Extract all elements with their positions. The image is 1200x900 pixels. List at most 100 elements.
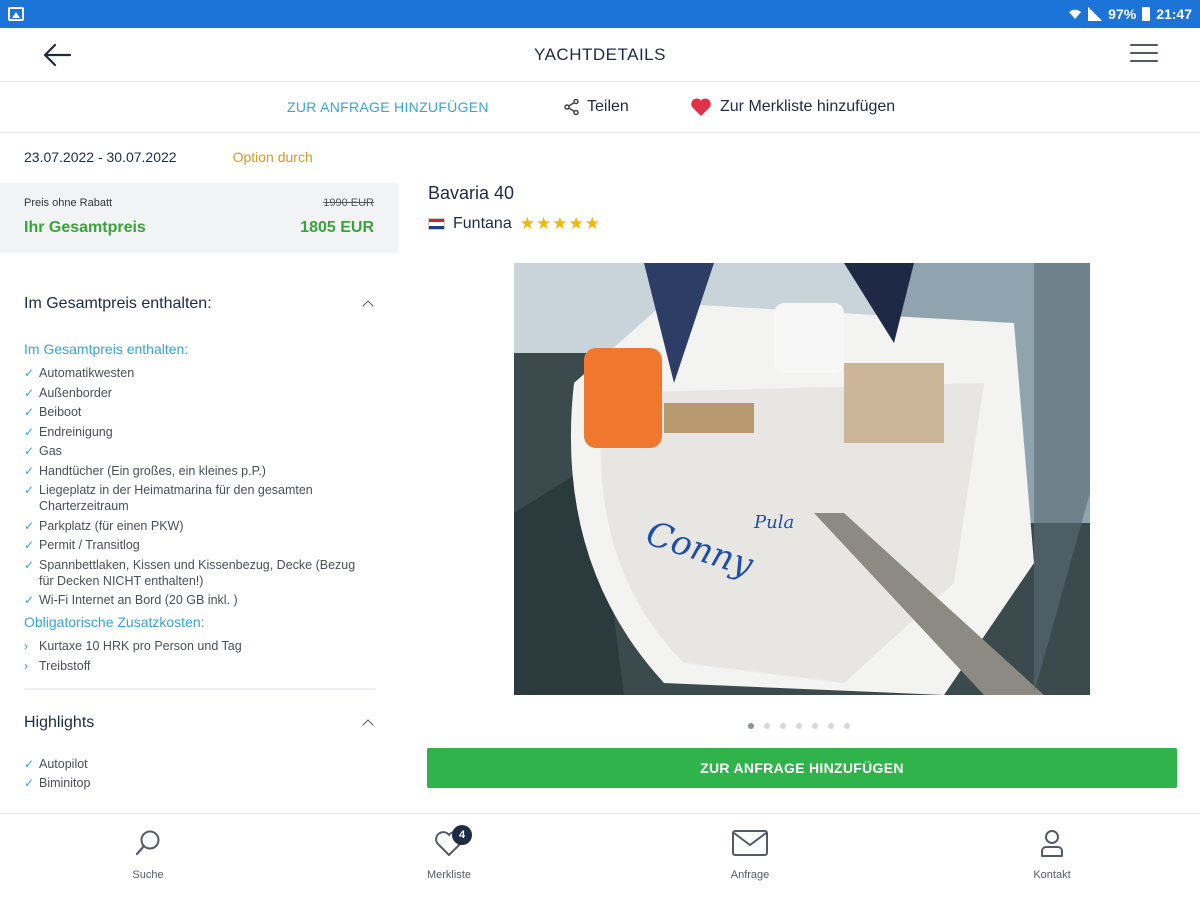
- action-bar: ZUR ANFRAGE HINZUFÜGEN Teilen Zur Merkli…: [0, 82, 1200, 133]
- check-icon: ✓: [24, 366, 35, 380]
- list-item: ✓ Beiboot: [24, 405, 82, 419]
- search-icon: [135, 830, 160, 856]
- gallery-dot[interactable]: [812, 723, 818, 729]
- yacht-photo[interactable]: Conny Pula: [514, 263, 1090, 695]
- check-icon: ✓: [24, 483, 35, 497]
- mandatory-costs-list: › Kurtaxe 10 HRK pro Person und Tag › Trei…: [0, 638, 400, 674]
- list-item: ✓ Wi-Fi Internet an Bord (20 GB inkl. ): [24, 593, 238, 607]
- list-item: › Treibstoff: [24, 658, 91, 673]
- clock: 21:47: [1156, 6, 1192, 22]
- person-icon: [1041, 830, 1063, 857]
- check-icon: ✓: [24, 444, 35, 458]
- yacht-photo-drawing: Conny Pula: [514, 263, 1090, 695]
- yacht-location-row: Funtana ★★★★★: [428, 214, 601, 234]
- wishlist-count-badge: 4: [452, 825, 472, 845]
- share-button[interactable]: Teilen: [563, 82, 629, 132]
- included-list: ✓ Automatikwesten ✓ Außenborder ✓ Beiboot ✓…: [0, 365, 400, 608]
- price-without-discount-label: Preis ohne Rabatt: [24, 197, 113, 209]
- back-button[interactable]: [40, 40, 76, 70]
- check-icon: ✓: [24, 463, 35, 478]
- wifi-icon: [1069, 9, 1082, 19]
- heart-icon: [691, 98, 711, 116]
- wishlist-label: Zur Merkliste hinzufügen: [720, 98, 896, 115]
- divider: [24, 687, 376, 690]
- list-item: ✓ Liegeplatz in der Heimatmarina für den …: [24, 483, 313, 513]
- add-to-wishlist-button[interactable]: Zur Merkliste hinzufügen: [690, 82, 895, 132]
- booking-row: 23.07.2022 - 30.07.2022 Option durch: [0, 133, 400, 181]
- check-icon: ✓: [24, 593, 35, 607]
- list-item: ✓ Spannbettlaken, Kissen und Kissenbezug,…: [24, 557, 356, 588]
- check-icon: ✓: [24, 756, 35, 771]
- nav-wishlist[interactable]: 4 Merkliste: [399, 825, 499, 881]
- nav-search-label: Suche: [132, 869, 164, 881]
- page-title: YACHTDETAILS: [534, 44, 666, 64]
- chevron-right-icon: ›: [24, 658, 28, 673]
- details-panel: 23.07.2022 - 30.07.2022 Option durch Pre…: [0, 133, 400, 813]
- battery-icon: [1142, 7, 1151, 21]
- check-icon: ✓: [24, 776, 35, 790]
- nav-wishlist-label: Merkliste: [426, 869, 471, 881]
- check-icon: ✓: [24, 538, 35, 552]
- check-icon: ✓: [24, 385, 35, 400]
- share-icon: [564, 98, 579, 116]
- booking-status: Option durch: [232, 149, 313, 165]
- share-label: Teilen: [587, 98, 629, 115]
- gallery-dot[interactable]: [844, 723, 850, 729]
- list-item: ✓ Permit / Transitlog: [24, 538, 140, 552]
- status-bar: 97% 21:47: [0, 0, 1200, 28]
- list-item: ✓ Biminitop: [24, 776, 91, 790]
- mandatory-costs-title: Obligatorische Zusatzkosten:: [24, 614, 205, 630]
- menu-button[interactable]: [1130, 44, 1158, 66]
- total-price-value: 1805 EUR: [300, 219, 374, 236]
- check-icon: ✓: [24, 424, 35, 439]
- highlights-section-header[interactable]: Highlights: [0, 714, 400, 732]
- check-icon: ✓: [24, 405, 35, 419]
- chevron-up-icon: [362, 300, 374, 312]
- add-to-request-link[interactable]: ZUR ANFRAGE HINZUFÜGEN: [287, 82, 489, 132]
- gallery-dot[interactable]: [748, 723, 754, 729]
- bottom-nav: Suche 4 Merkliste Anfrage Kontakt: [0, 813, 1200, 900]
- gallery-notification-icon: [8, 7, 24, 21]
- yacht-location: Funtana: [453, 215, 512, 232]
- booking-dates: 23.07.2022 - 30.07.2022: [24, 149, 177, 165]
- gallery-dot[interactable]: [780, 723, 786, 729]
- signal-icon: [1088, 7, 1103, 21]
- add-to-request-button[interactable]: ZUR ANFRAGE HINZUFÜGEN: [427, 748, 1177, 788]
- nav-contact-label: Kontakt: [1033, 869, 1071, 881]
- star-rating: ★★★★★: [519, 214, 601, 233]
- list-item: › Kurtaxe 10 HRK pro Person und Tag: [24, 639, 242, 653]
- chevron-right-icon: ›: [24, 639, 28, 653]
- list-item: ✓ Handtücher (Ein großes, ein kleines p.P…: [24, 463, 266, 478]
- highlights-list: ✓ Autopilot ✓ Biminitop: [0, 756, 400, 792]
- menu-icon: [1130, 44, 1158, 46]
- check-icon: ✓: [24, 557, 35, 572]
- highlights-title: Highlights: [24, 713, 95, 731]
- hull-port: Pula: [753, 512, 794, 533]
- app-header: YACHTDETAILS: [0, 28, 1200, 82]
- gallery-dots: [748, 723, 850, 729]
- list-item: ✓ Automatikwesten: [24, 366, 135, 380]
- list-item: ✓ Gas: [24, 444, 62, 458]
- nav-contact[interactable]: Kontakt: [1002, 828, 1102, 881]
- nav-search[interactable]: Suche: [98, 828, 198, 881]
- included-subtitle: Im Gesamtpreis enthalten:: [24, 341, 189, 357]
- included-section-title: Im Gesamtpreis enthalten:: [24, 295, 212, 312]
- check-icon: ✓: [24, 518, 35, 533]
- croatia-flag-icon: [428, 218, 445, 230]
- gallery-dot[interactable]: [828, 723, 834, 729]
- nav-request[interactable]: Anfrage: [700, 828, 800, 881]
- arrow-left-icon: [43, 43, 72, 67]
- list-item: ✓ Endreinigung: [24, 424, 113, 439]
- included-section-header[interactable]: Im Gesamtpreis enthalten:: [0, 295, 400, 313]
- price-box: Preis ohne Rabatt 1990 EUR Ihr Gesamtpre…: [0, 183, 398, 253]
- battery-percent: 97%: [1108, 6, 1137, 22]
- gallery-dot[interactable]: [796, 723, 802, 729]
- chevron-up-icon: [362, 718, 374, 731]
- list-item: ✓ Autopilot: [24, 756, 88, 771]
- mail-icon: [732, 830, 768, 856]
- nav-request-label: Anfrage: [730, 869, 770, 881]
- list-item: ✓ Parkplatz (für einen PKW): [24, 518, 184, 533]
- list-item: ✓ Außenborder: [24, 385, 112, 400]
- gallery-dot[interactable]: [764, 723, 770, 729]
- yacht-name: Bavaria 40: [428, 183, 515, 203]
